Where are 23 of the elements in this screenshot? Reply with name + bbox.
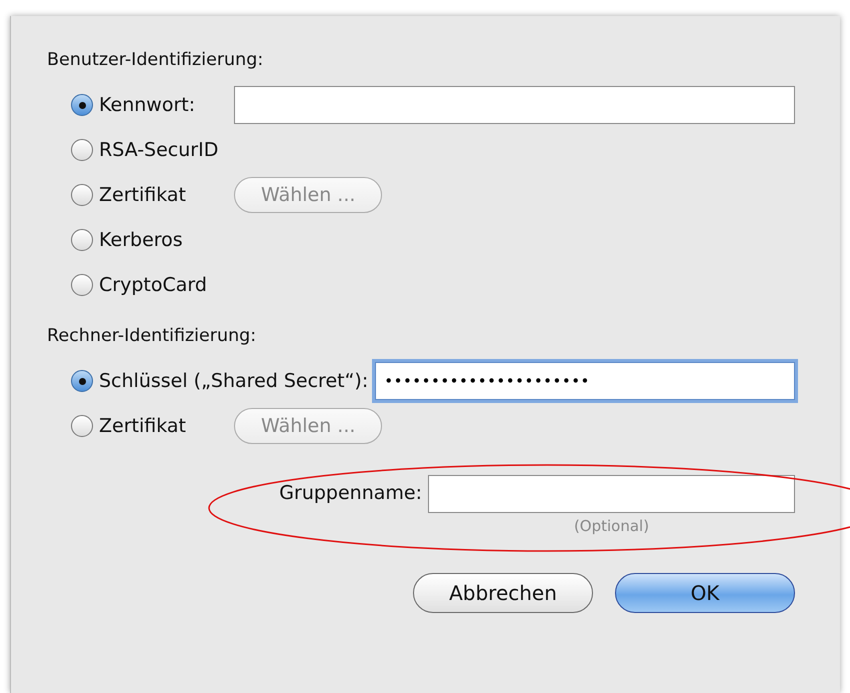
section-label: Benutzer-Identifizierung: — [47, 50, 264, 72]
radio-button[interactable] — [71, 229, 93, 251]
input-field[interactable] — [234, 86, 795, 124]
dialog-button[interactable]: Abbrechen — [413, 573, 593, 613]
hint-text: (Optional) — [574, 517, 650, 535]
option-label: Kerberos — [99, 229, 184, 251]
input-field[interactable]: •••••••••••••••••••••• — [375, 362, 795, 400]
option-label: Schlüssel („Shared Secret“): — [99, 370, 368, 392]
input-field[interactable] — [428, 475, 795, 513]
option-label: CryptoCard — [99, 274, 208, 296]
radio-button[interactable] — [71, 139, 93, 161]
option-label: Kennwort: — [99, 94, 196, 116]
option-label: Zertifikat — [99, 184, 187, 206]
section-label: Rechner-Identifizierung: — [47, 326, 258, 348]
radio-button[interactable] — [71, 274, 93, 296]
radio-button[interactable] — [71, 370, 93, 392]
radio-button[interactable] — [71, 184, 93, 206]
option-label: RSA-SecurID — [99, 139, 220, 161]
radio-button[interactable] — [71, 94, 93, 116]
dialog-button[interactable]: OK — [615, 573, 795, 613]
field-label: Gruppenname: — [279, 482, 422, 504]
radio-button[interactable] — [71, 415, 93, 437]
option-label: Zertifikat — [99, 415, 187, 437]
